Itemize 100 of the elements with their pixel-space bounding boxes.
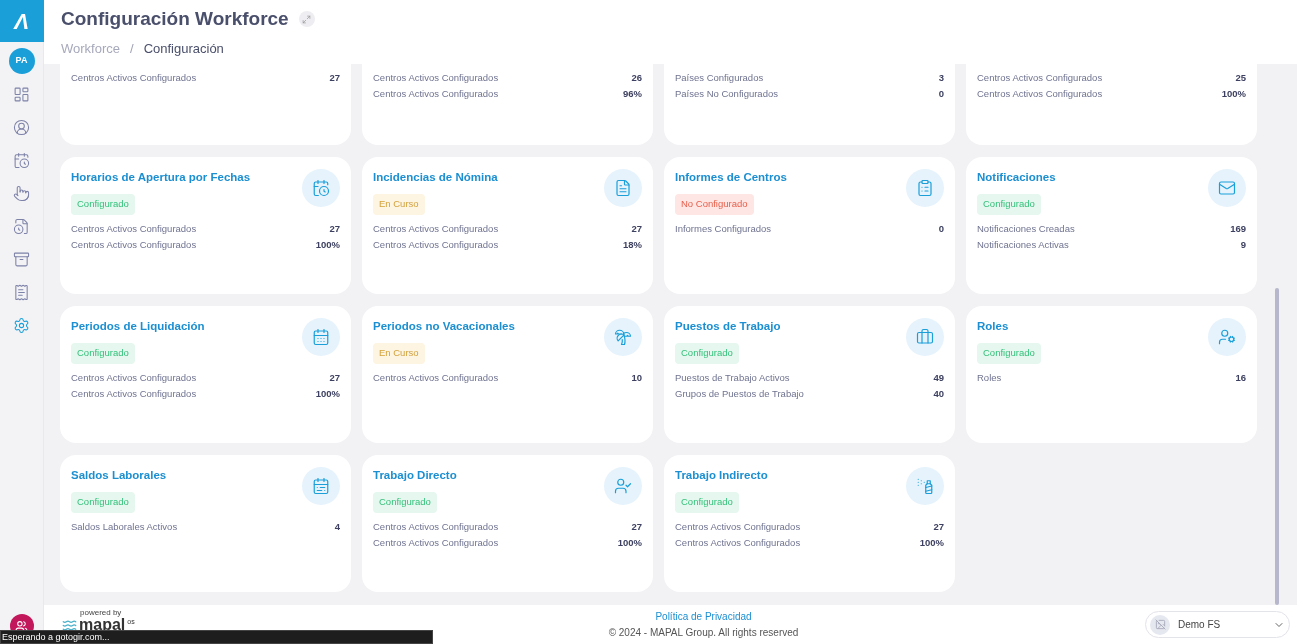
status-label: Configurado — [977, 194, 1041, 215]
stat-label: Centros Activos Configurados — [373, 87, 499, 102]
calendar-clock-icon — [312, 179, 330, 197]
status-overlay: Esperando a gotogir.com... — [0, 630, 433, 644]
user-icon — [614, 477, 632, 495]
card-title[interactable]: Periodos de Liquidación — [71, 318, 205, 336]
stat-label: Centros Activos Configurados — [977, 87, 1103, 102]
sidebar-item[interactable] — [12, 250, 31, 268]
stat-value: 27 — [329, 71, 340, 86]
stat-value: 27 — [631, 221, 642, 236]
stat-value: 49 — [933, 370, 944, 385]
sidebar-item[interactable] — [12, 283, 31, 301]
stat-label: Centros Activos Configurados — [675, 535, 801, 550]
stat-label: Países Configurados — [675, 71, 764, 86]
sidebar-item[interactable] — [12, 184, 31, 202]
copyright-text: © 2024 - MAPAL Group. All rights reserved — [608, 626, 799, 640]
stat-label: Grupos de Puestos de Trabajo — [675, 386, 804, 401]
app-logo[interactable]: Λ — [0, 0, 44, 42]
dashboard-icon — [13, 85, 30, 103]
status-label: Configurado — [71, 343, 135, 364]
stat-value: 100% — [315, 237, 340, 252]
stat-label: Centros Activos Configurados — [373, 237, 499, 252]
stat-label: Puestos de Trabajo Activos — [675, 370, 790, 385]
status-label: Configurado — [675, 343, 739, 364]
stat-value: 16 — [1235, 370, 1246, 385]
card-title[interactable]: Informes de Centros — [675, 169, 787, 187]
card-title[interactable]: Notificaciones — [977, 169, 1056, 187]
stat-value: 100% — [315, 386, 340, 401]
status-label: Configurado — [977, 343, 1041, 364]
stat-label: Centros Activos Configurados — [675, 519, 801, 534]
status-label: Configurado — [675, 492, 739, 513]
stat-label: Centros Activos Configurados — [71, 71, 197, 86]
expand-icon — [302, 14, 312, 24]
status-label: Configurado — [71, 194, 135, 215]
stat-value: 40 — [933, 386, 944, 401]
envelope-icon — [1218, 179, 1236, 197]
stat-label: Notificaciones Activas — [977, 237, 1069, 252]
palm-tree-icon — [614, 328, 632, 346]
receipt-icon — [13, 283, 30, 301]
stat-value: 27 — [329, 370, 340, 385]
archive-box-icon — [13, 250, 30, 268]
user-avatar[interactable]: PA — [8, 48, 35, 74]
stat-label: Centros Activos Configurados — [373, 71, 499, 86]
card-title[interactable]: Horarios de Apertura por Fechas — [71, 169, 251, 187]
stat-value: 169 — [1230, 221, 1246, 236]
stat-label: Países No Configurados — [675, 87, 778, 102]
stat-label: Centros Activos Configurados — [71, 237, 197, 252]
pointing-hand-icon — [13, 184, 30, 202]
stat-value: 0 — [938, 221, 944, 236]
privacy-link[interactable]: Política de Privacidad — [655, 609, 752, 624]
card-title[interactable]: Periodos no Vacacionales — [373, 318, 515, 336]
expand-button[interactable] — [298, 11, 315, 28]
status-label: Configurado — [373, 492, 437, 513]
stat-label: Notificaciones Creadas — [977, 221, 1075, 236]
status-label: No Configurado — [675, 194, 754, 215]
card-title[interactable]: Saldos Laborales — [71, 467, 167, 485]
user-circle-icon — [13, 118, 30, 136]
calendar-icon — [312, 477, 330, 495]
wave-logo-icon — [62, 618, 77, 633]
stat-value: 26 — [631, 71, 642, 86]
stat-value: 100% — [1221, 87, 1246, 102]
sidebar-item[interactable] — [12, 151, 31, 169]
sidebar-item[interactable] — [12, 118, 31, 136]
stat-value: 27 — [631, 519, 642, 534]
card-title[interactable]: Puestos de Trabajo — [675, 318, 781, 336]
document-icon — [614, 179, 632, 197]
status-label: En Curso — [373, 194, 425, 215]
card-title[interactable]: Roles — [977, 318, 1009, 336]
sidebar-item[interactable] — [12, 316, 31, 334]
breadcrumb-separator: / — [130, 39, 134, 58]
settings-icon — [13, 316, 30, 334]
stat-value: 4 — [334, 519, 340, 534]
spray-bottle-icon — [916, 477, 934, 495]
people-icon — [15, 619, 28, 633]
stat-value: 25 — [1235, 71, 1246, 86]
breadcrumb-item[interactable]: Workforce — [61, 38, 120, 58]
stat-value: 18% — [623, 237, 642, 252]
status-label: En Curso — [373, 343, 425, 364]
stat-value: 10 — [631, 370, 642, 385]
stat-label: Centros Activos Configurados — [373, 221, 499, 236]
image-off-icon — [1154, 619, 1166, 630]
stat-value: 3 — [938, 71, 944, 86]
stat-label: Centros Activos Configurados — [71, 386, 197, 401]
breadcrumb-item: Configuración — [143, 39, 224, 58]
stat-value: 27 — [933, 519, 944, 534]
user-gear-icon — [1218, 328, 1236, 346]
brand-name: mapal — [79, 617, 126, 633]
scrollbar[interactable] — [1275, 288, 1279, 605]
briefcase-icon — [916, 328, 934, 346]
stat-label: Centros Activos Configurados — [373, 535, 499, 550]
stat-label: Roles — [977, 370, 1002, 385]
stat-label: Centros Activos Configurados — [71, 221, 197, 236]
stat-value: 100% — [919, 535, 944, 550]
card-title[interactable]: Trabajo Indirecto — [675, 467, 768, 485]
stat-label: Informes Configurados — [675, 221, 772, 236]
card-title[interactable]: Trabajo Directo — [373, 467, 457, 485]
card-title[interactable]: Incidencias de Nómina — [373, 169, 498, 187]
stat-value: 100% — [617, 535, 642, 550]
sidebar-item[interactable] — [12, 217, 31, 235]
sidebar-item[interactable] — [12, 85, 31, 103]
